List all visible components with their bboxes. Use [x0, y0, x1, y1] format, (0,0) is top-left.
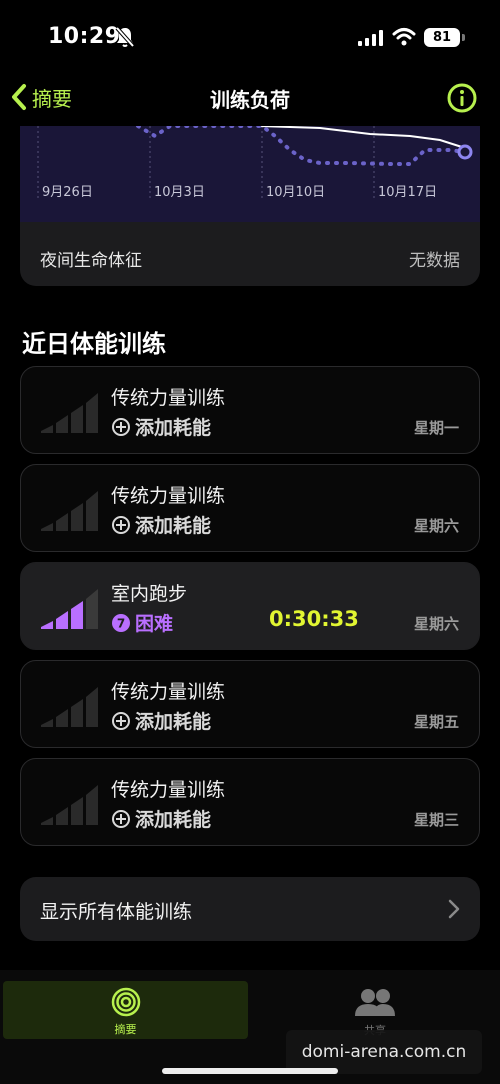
people-icon[interactable]	[354, 987, 396, 1017]
workout-row[interactable]: 传统力量训练 添加耗能 星期六	[20, 464, 480, 552]
effort-label: 困难	[135, 613, 174, 635]
workout-row[interactable]: 传统力量训练 添加耗能 星期一	[20, 366, 480, 454]
tab-summary-label: 摘要	[114, 1023, 137, 1036]
workout-name: 传统力量训练	[111, 681, 226, 703]
activity-rings-icon	[111, 987, 141, 1017]
workout-row[interactable]: 传统力量训练 添加耗能 星期五	[20, 660, 480, 748]
add-effort-label: 添加耗能	[135, 809, 212, 831]
x-axis-label: 9月26日	[42, 185, 93, 200]
navigation-bar: 摘要 训练负荷	[0, 70, 500, 126]
trend-line	[259, 126, 466, 149]
workout-day: 星期六	[413, 517, 459, 535]
add-effort-button[interactable]: 添加耗能	[111, 805, 211, 832]
plus-circle-icon	[112, 711, 130, 730]
workout-row-selected[interactable]: 室内跑步 7 困难 0:30:33 星期六	[20, 562, 480, 650]
night-vitals-label: 夜间生命体征	[40, 251, 142, 271]
section-title: 近日体能训练	[22, 330, 166, 358]
effort-bars-icon	[41, 687, 98, 727]
training-load-card: 9月26日 10月3日 10月10日 10月17日 夜间生命体征 无数据	[20, 126, 480, 286]
show-all-label: 显示所有体能训练	[40, 901, 193, 923]
tab-summary[interactable]: 摘要	[3, 981, 248, 1039]
night-vitals-value: 无数据	[409, 251, 460, 271]
info-icon[interactable]	[446, 82, 478, 114]
add-effort-button[interactable]: 添加耗能	[111, 413, 211, 440]
plus-circle-icon	[112, 417, 130, 436]
workout-day: 星期六	[413, 615, 459, 633]
workout-day: 星期三	[413, 811, 459, 829]
bell-slash-icon	[115, 26, 135, 48]
cellular-signal-icon	[358, 30, 383, 46]
page-title: 训练负荷	[210, 88, 290, 112]
current-point	[457, 144, 473, 160]
workout-duration: 0:30:33	[269, 607, 359, 631]
plus-circle-icon	[112, 809, 130, 828]
plus-circle-icon	[112, 515, 130, 534]
effort-rating: 7 困难	[111, 609, 173, 636]
chevron-right-icon	[448, 899, 460, 919]
add-effort-label: 添加耗能	[135, 711, 212, 733]
training-load-chart[interactable]: 9月26日 10月3日 10月10日 10月17日	[20, 126, 480, 222]
home-indicator[interactable]	[162, 1068, 338, 1074]
load-dotted-line	[136, 126, 467, 166]
workout-day: 星期一	[413, 419, 459, 437]
status-bar: 10:29 81	[0, 0, 500, 70]
x-axis-label: 10月17日	[378, 185, 437, 200]
battery-level: 81	[424, 28, 460, 47]
add-effort-button[interactable]: 添加耗能	[111, 511, 211, 538]
workout-row[interactable]: 传统力量训练 添加耗能 星期三	[20, 758, 480, 846]
workout-name: 传统力量训练	[111, 387, 226, 409]
workout-name: 传统力量训练	[111, 485, 226, 507]
effort-bars-icon	[41, 785, 98, 825]
effort-bars-icon	[41, 491, 98, 531]
x-axis-label: 10月10日	[266, 185, 325, 200]
x-axis-label: 10月3日	[154, 185, 205, 200]
workout-name: 室内跑步	[111, 583, 188, 605]
status-time: 10:29	[48, 24, 121, 49]
battery-cap	[462, 34, 465, 41]
effort-bars-icon	[41, 589, 98, 629]
add-effort-label: 添加耗能	[135, 417, 212, 439]
add-effort-label: 添加耗能	[135, 515, 212, 537]
effort-badge-icon: 7	[112, 613, 130, 632]
workout-name: 传统力量训练	[111, 779, 226, 801]
workout-day: 星期五	[413, 713, 459, 731]
show-all-workouts-button[interactable]: 显示所有体能训练	[20, 877, 480, 941]
effort-badge-number: 7	[117, 616, 125, 630]
add-effort-button[interactable]: 添加耗能	[111, 707, 211, 734]
wifi-icon	[392, 28, 416, 46]
effort-bars-icon	[41, 393, 98, 433]
chart-svg: 9月26日 10月3日 10月10日 10月17日	[37, 126, 473, 200]
